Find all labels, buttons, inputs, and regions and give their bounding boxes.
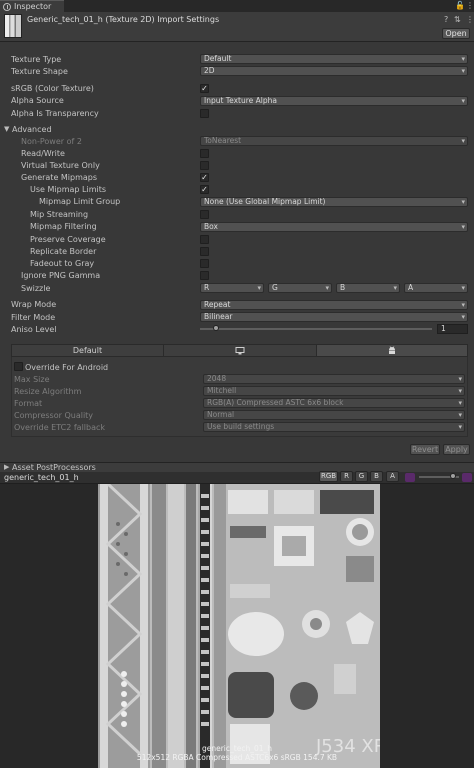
resize-algorithm-label: Resize Algorithm bbox=[14, 387, 82, 396]
mip-level-icon[interactable] bbox=[405, 473, 415, 482]
preview-caption-name: generic_tech_01_h bbox=[201, 744, 272, 753]
presets-icon[interactable]: ⇅ bbox=[454, 15, 461, 24]
import-settings-title: Generic_tech_01_h (Texture 2D) Import Se… bbox=[27, 15, 220, 24]
mip-streaming-label: Mip Streaming bbox=[30, 210, 89, 219]
preview-caption-info: 512x512 RGBA Compressed ASTC6x6 sRGB 154… bbox=[136, 753, 338, 762]
preserve-coverage-checkbox[interactable] bbox=[200, 235, 209, 244]
preview-asset-name: generic_tech_01_h bbox=[4, 473, 79, 482]
mipmap-limit-group-label: Mipmap Limit Group bbox=[39, 197, 121, 206]
non-power-of-2-dropdown: ToNearest bbox=[200, 136, 468, 146]
window-menu-icon[interactable]: ⋮ bbox=[466, 1, 474, 10]
channel-r-button[interactable]: R bbox=[340, 471, 353, 482]
texture-preview-image: J534 XRCD bbox=[98, 484, 380, 768]
virtual-texture-only-label: Virtual Texture Only bbox=[21, 161, 100, 170]
ignore-png-gamma-checkbox[interactable] bbox=[200, 271, 209, 280]
srgb-label: sRGB (Color Texture) bbox=[11, 84, 94, 93]
filter-mode-label: Filter Mode bbox=[11, 313, 56, 322]
texture-shape-dropdown[interactable]: 2D bbox=[200, 66, 468, 76]
texture-thumbnail bbox=[4, 14, 22, 38]
virtual-texture-only-checkbox[interactable] bbox=[200, 161, 209, 170]
texture-type-label: Texture Type bbox=[11, 55, 62, 64]
mip-slider-knob[interactable] bbox=[450, 473, 456, 479]
postprocessors-label: Asset PostProcessors bbox=[12, 463, 96, 472]
override-for-android-label: Override For Android bbox=[25, 363, 109, 372]
generate-mipmaps-checkbox[interactable]: ✓ bbox=[200, 173, 209, 182]
non-power-of-2-label: Non-Power of 2 bbox=[21, 137, 82, 146]
read-write-checkbox[interactable] bbox=[200, 149, 209, 158]
alpha-is-transparency-label: Alpha Is Transparency bbox=[11, 109, 99, 118]
texture-artwork: J534 XRCD bbox=[98, 484, 380, 768]
aniso-level-label: Aniso Level bbox=[11, 325, 57, 334]
filter-mode-dropdown[interactable]: Bilinear bbox=[200, 312, 468, 322]
use-mipmap-limits-label: Use Mipmap Limits bbox=[30, 185, 107, 194]
context-menu-icon[interactable]: ⋮ bbox=[466, 15, 474, 24]
override-etc2-fallback-label: Override ETC2 fallback bbox=[14, 423, 106, 432]
wrap-mode-label: Wrap Mode bbox=[11, 300, 57, 309]
compressor-quality-dropdown: Normal bbox=[203, 410, 465, 420]
alpha-is-transparency-checkbox[interactable] bbox=[200, 109, 209, 118]
window-tab-bar bbox=[0, 0, 474, 12]
swizzle-b-dropdown[interactable]: B bbox=[336, 283, 400, 293]
resize-algorithm-dropdown: Mitchell bbox=[203, 386, 465, 396]
channel-g-button[interactable]: G bbox=[355, 471, 368, 482]
compressor-quality-label: Compressor Quality bbox=[14, 411, 94, 420]
replicate-border-label: Replicate Border bbox=[30, 247, 97, 256]
format-label: Format bbox=[14, 399, 43, 408]
max-size-dropdown: 2048 bbox=[203, 374, 465, 384]
tab-platform-android[interactable] bbox=[317, 345, 467, 356]
tab-platform-default[interactable]: Default bbox=[12, 345, 164, 356]
android-icon bbox=[389, 346, 395, 354]
swizzle-a-dropdown[interactable]: A bbox=[404, 283, 468, 293]
info-icon bbox=[3, 2, 11, 11]
swizzle-label: Swizzle bbox=[21, 284, 51, 293]
aniso-level-field[interactable]: 1 bbox=[437, 324, 468, 334]
max-size-label: Max Size bbox=[14, 375, 50, 384]
override-etc2-fallback-dropdown: Use build settings bbox=[203, 422, 465, 432]
use-mipmap-limits-checkbox[interactable]: ✓ bbox=[200, 185, 209, 194]
alpha-source-dropdown[interactable]: Input Texture Alpha bbox=[200, 96, 468, 106]
advanced-foldout-label[interactable]: Advanced bbox=[12, 125, 52, 134]
asset-postprocessors-header[interactable]: ▶ Asset PostProcessors bbox=[0, 462, 474, 472]
preserve-coverage-label: Preserve Coverage bbox=[30, 235, 106, 244]
channel-a-button[interactable]: A bbox=[386, 471, 399, 482]
replicate-border-checkbox[interactable] bbox=[200, 247, 209, 256]
swizzle-r-dropdown[interactable]: R bbox=[200, 283, 264, 293]
tab-inspector-label: Inspector bbox=[14, 2, 52, 11]
tab-platform-standalone[interactable] bbox=[164, 345, 317, 356]
fadeout-to-gray-label: Fadeout to Gray bbox=[30, 259, 95, 268]
help-icon[interactable]: ? bbox=[444, 15, 448, 24]
mipmap-filtering-dropdown[interactable]: Box bbox=[200, 222, 468, 232]
aniso-level-slider-track[interactable] bbox=[200, 328, 432, 330]
preview-caption: generic_tech_01_h 512x512 RGBA Compresse… bbox=[0, 744, 474, 762]
mipmap-filtering-label: Mipmap Filtering bbox=[30, 222, 97, 231]
monitor-icon bbox=[235, 347, 245, 355]
tab-inspector[interactable]: Inspector bbox=[0, 0, 64, 12]
postprocessors-foldout-arrow-icon[interactable]: ▶ bbox=[4, 463, 9, 471]
generate-mipmaps-label: Generate Mipmaps bbox=[21, 173, 98, 182]
channel-b-button[interactable]: B bbox=[370, 471, 383, 482]
apply-button[interactable]: Apply bbox=[443, 444, 470, 455]
advanced-foldout-arrow-icon[interactable]: ▼ bbox=[4, 125, 9, 133]
ignore-png-gamma-label: Ignore PNG Gamma bbox=[21, 271, 101, 280]
srgb-checkbox[interactable]: ✓ bbox=[200, 84, 209, 93]
texture-shape-label: Texture Shape bbox=[11, 67, 68, 76]
wrap-mode-dropdown[interactable]: Repeat bbox=[200, 300, 468, 310]
alpha-source-label: Alpha Source bbox=[11, 96, 64, 105]
read-write-label: Read/Write bbox=[21, 149, 65, 158]
mipmap-limit-group-dropdown[interactable]: None (Use Global Mipmap Limit) bbox=[200, 197, 468, 207]
texture-type-dropdown[interactable]: Default bbox=[200, 54, 468, 64]
platform-tab-bar: Default bbox=[11, 344, 468, 357]
override-for-android-checkbox[interactable] bbox=[14, 362, 23, 371]
format-dropdown: RGB(A) Compressed ASTC 6x6 block bbox=[203, 398, 465, 408]
mip-max-icon[interactable] bbox=[462, 473, 472, 482]
channel-rgb-button[interactable]: RGB bbox=[319, 471, 338, 482]
revert-button[interactable]: Revert bbox=[410, 444, 440, 455]
fadeout-to-gray-checkbox[interactable] bbox=[200, 259, 209, 268]
mip-streaming-checkbox[interactable] bbox=[200, 210, 209, 219]
aniso-level-slider-knob[interactable] bbox=[213, 325, 220, 331]
swizzle-g-dropdown[interactable]: G bbox=[268, 283, 332, 293]
lock-icon[interactable]: 🔓 bbox=[455, 1, 465, 10]
open-button[interactable]: Open bbox=[442, 28, 470, 39]
